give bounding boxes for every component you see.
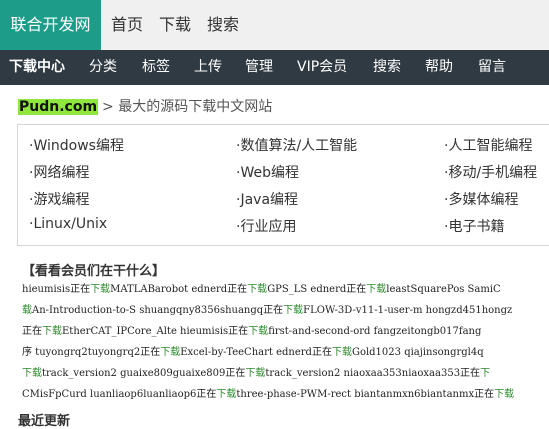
activity-text[interactable]: An-Introduction-to-S shuangqny8356shuang… (32, 305, 283, 316)
download-word: 下载 (331, 347, 352, 358)
download-word: 下载 (247, 284, 268, 295)
nav-link-search[interactable]: 搜索 (207, 0, 239, 50)
main-nav-download-center[interactable]: 下载中心 (9, 50, 65, 85)
members-activity-title: 【看看会员们在干什么】 (22, 264, 166, 279)
main-nav-help[interactable]: 帮助 (425, 50, 453, 85)
main-nav-tags[interactable]: 标签 (142, 50, 170, 85)
main-nav-message[interactable]: 留言 (478, 50, 506, 85)
activity-line: hieumisis正在下载MATLABarobot ednerd正在下载GPS_… (22, 280, 501, 300)
activity-line: 序 tuyongrq2tuyongrq2正在下载Excel-by-TeeChar… (22, 343, 484, 363)
download-word: 下载 (494, 389, 515, 400)
activity-text[interactable]: Gold1023 qiajinsongrgl4q (352, 347, 484, 358)
activity-line: CMisFpCurd luanliaop6luanliaop6正在下载three… (22, 385, 514, 404)
nav-link-download[interactable]: 下载 (159, 0, 191, 50)
activity-text[interactable]: EtherCAT_IPCore_Alte hieumisis正在 (62, 326, 248, 337)
nav-link-home[interactable]: 首页 (111, 0, 143, 50)
main-nav-search[interactable]: 搜索 (373, 50, 401, 85)
activity-line: 正在下载EtherCAT_IPCore_Alte hieumisis正在下载fi… (22, 322, 481, 342)
download-word: 下载 (216, 389, 237, 400)
download-word: 下载 (248, 326, 269, 337)
activity-line: 下载track_version2 guaixe809guaixe809正在下载t… (22, 364, 490, 384)
category-link[interactable]: ·Linux/Unix (29, 216, 107, 232)
main-nav: 下载中心 分类 标签 上传 管理 VIP会员 搜索 帮助 留言 (0, 50, 549, 85)
top-nav: 联合开发网 首页 下载 搜索 (0, 0, 549, 50)
category-link[interactable]: ·网络编程 (29, 162, 89, 182)
activity-text[interactable]: Excel-by-TeeChart ednerd正在 (180, 347, 332, 358)
activity-text[interactable]: MATLABarobot ednerd正在 (110, 284, 247, 295)
category-link[interactable]: ·多媒体编程 (444, 189, 518, 209)
category-link[interactable]: ·Web编程 (236, 162, 299, 182)
brand-link[interactable]: 联合开发网 (0, 0, 101, 50)
activity-text[interactable]: CMisFpCurd luanliaop6luanliaop6正在 (22, 389, 216, 400)
category-link[interactable]: ·电子书籍 (444, 216, 504, 236)
activity-text[interactable]: GPS_LS ednerd正在 (267, 284, 366, 295)
activity-text[interactable]: 正在 (22, 326, 42, 337)
category-link[interactable]: ·游戏编程 (29, 189, 89, 209)
category-link[interactable]: ·移动/手机编程 (444, 162, 537, 182)
download-word: 下载 (160, 347, 181, 358)
category-link[interactable]: ·Java编程 (236, 189, 298, 209)
category-link[interactable]: ·Windows编程 (29, 135, 124, 155)
activity-line: 载An-Introduction-to-S shuangqny8356shuan… (22, 301, 512, 321)
activity-text[interactable]: three-phase-PWM-rect biantanmxn6biantanm… (236, 389, 494, 400)
activity-text[interactable]: track_version2 guaixe809guaixe809正在 (42, 368, 245, 379)
category-link[interactable]: ·行业应用 (236, 216, 296, 236)
members-activity-list: hieumisis正在下载MATLABarobot ednerd正在下载GPS_… (22, 280, 549, 404)
download-word: 下 (480, 368, 491, 379)
activity-text[interactable]: hieumisis正在 (22, 284, 90, 295)
activity-text[interactable]: first-and-second-ord fangzeitongb017fang (268, 326, 481, 337)
download-word: 下载 (366, 284, 387, 295)
main-nav-vip[interactable]: VIP会员 (297, 50, 347, 85)
site-title: Pudn.com > 最大的源码下载中文网站 (18, 96, 272, 116)
site-tagline: > 最大的源码下载中文网站 (102, 99, 273, 115)
download-word: 下载 (22, 368, 42, 379)
activity-text[interactable]: 序 tuyongrq2tuyongrq2正在 (22, 347, 160, 358)
activity-text[interactable]: track_version2 niaoxaa353niaoxaa353正在 (265, 368, 480, 379)
download-word: 下载 (283, 305, 304, 316)
download-word: 下载 (245, 368, 266, 379)
main-nav-manage[interactable]: 管理 (245, 50, 273, 85)
category-link[interactable]: ·人工智能编程 (444, 135, 532, 155)
main-nav-category[interactable]: 分类 (89, 50, 117, 85)
main-nav-upload[interactable]: 上传 (194, 50, 222, 85)
download-word: 载 (22, 305, 32, 316)
activity-text[interactable]: leastSquarePos SamiC (386, 284, 500, 295)
download-word: 下载 (90, 284, 111, 295)
category-link[interactable]: ·数值算法/人工智能 (236, 135, 357, 155)
site-logo-link[interactable]: Pudn.com (18, 99, 99, 115)
activity-text[interactable]: FLOW-3D-v11-1-user-m hongzd451hongz (303, 305, 512, 316)
download-word: 下载 (42, 326, 62, 337)
